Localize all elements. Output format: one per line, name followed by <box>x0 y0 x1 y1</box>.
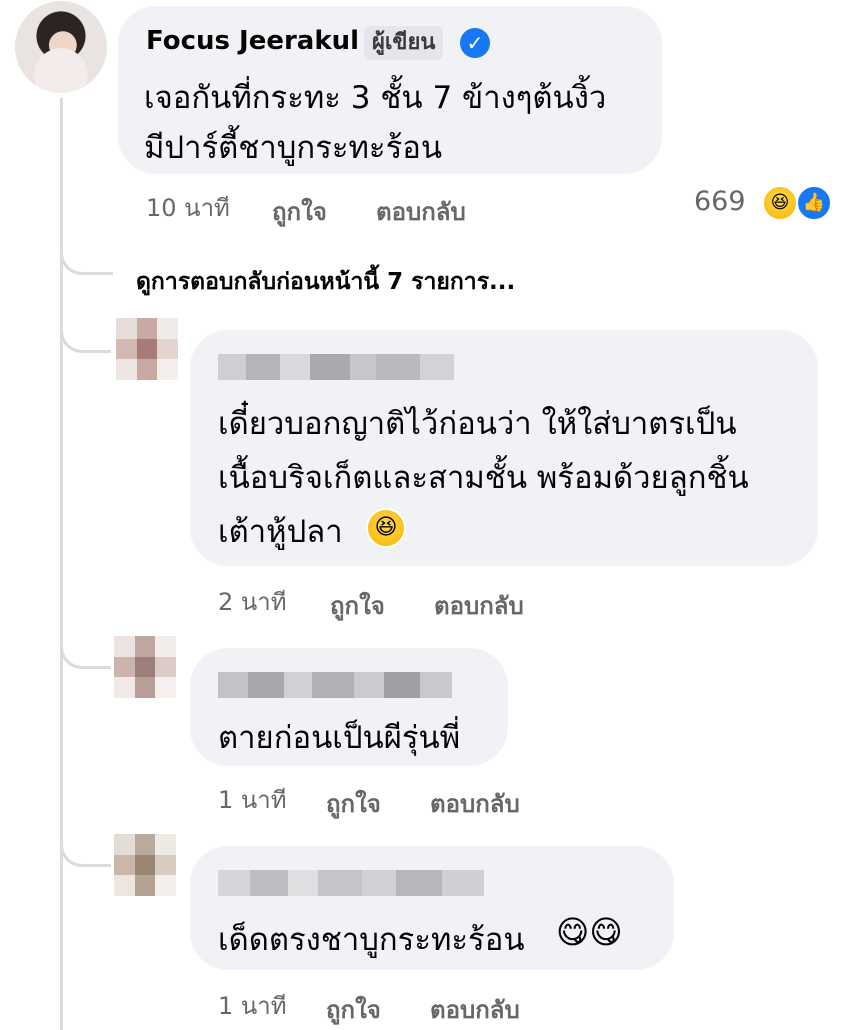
reply-avatar[interactable] <box>116 318 178 380</box>
reply-button[interactable]: ตอบกลับ <box>434 586 524 625</box>
verified-icon: ✓ <box>460 28 490 58</box>
reply-avatar[interactable] <box>114 834 176 896</box>
comment-text-line: มีปาร์ตี้ชาบูกระทะร้อน <box>144 130 443 166</box>
reply-text-line: เต้าหู้ปลา <box>218 514 343 550</box>
reply-text-line: เนื้อบริจเก็ตและสามชั้น พร้อมด้วยลูกชิ้น <box>218 460 749 496</box>
thread-elbow <box>60 228 113 275</box>
comment-time[interactable]: 10 นาที <box>146 188 230 227</box>
reply-time[interactable]: 1 นาที <box>218 986 287 1025</box>
thread-elbow <box>60 312 111 353</box>
thread-elbow <box>60 630 111 669</box>
reply-author-name[interactable] <box>218 870 484 896</box>
reply-button[interactable]: ตอบกลับ <box>376 192 466 231</box>
reaction-count[interactable]: 669 <box>694 186 746 217</box>
view-previous-replies-link[interactable]: ดูการตอบกลับก่อนหน้านี้ 7 รายการ... <box>136 264 515 300</box>
reply-time[interactable]: 2 นาที <box>218 582 287 621</box>
author-name[interactable]: Focus Jeerakul <box>146 26 359 56</box>
author-badge: ผู้เขียน <box>364 26 444 60</box>
like-button[interactable]: ถูกใจ <box>326 784 381 823</box>
reply-button[interactable]: ตอบกลับ <box>430 784 520 823</box>
reply-text-line: ตายก่อนเป็นผีรุ่นพี่ <box>218 720 461 756</box>
thread-elbow <box>60 828 111 867</box>
reply-text-line: เดี๋ยวบอกญาติไว้ก่อนว่า ให้ใส่บาตรเป็น <box>218 406 737 442</box>
like-button[interactable]: ถูกใจ <box>326 990 381 1029</box>
reply-text-line: เด็ดตรงชาบูกระทะร้อน <box>218 922 525 958</box>
author-avatar[interactable] <box>15 1 107 93</box>
reply-time[interactable]: 1 นาที <box>218 780 287 819</box>
reply-button[interactable]: ตอบกลับ <box>430 990 520 1029</box>
reply-avatar[interactable] <box>114 636 176 698</box>
laugh-emoji-icon[interactable]: 😆 <box>762 185 798 221</box>
like-button[interactable]: ถูกใจ <box>272 192 327 231</box>
laughing-emoji-icon: 😆 <box>366 508 406 548</box>
reply-author-name[interactable] <box>218 354 454 380</box>
comment-text-line: เจอกันที่กระทะ 3 ชั้น 7 ข้างๆต้นงิ้ว <box>144 80 607 116</box>
yum-emoji-icon: 😋😋 <box>556 913 623 951</box>
like-emoji-icon[interactable]: 👍 <box>796 185 832 221</box>
like-button[interactable]: ถูกใจ <box>330 586 385 625</box>
reply-author-name[interactable] <box>218 672 452 698</box>
